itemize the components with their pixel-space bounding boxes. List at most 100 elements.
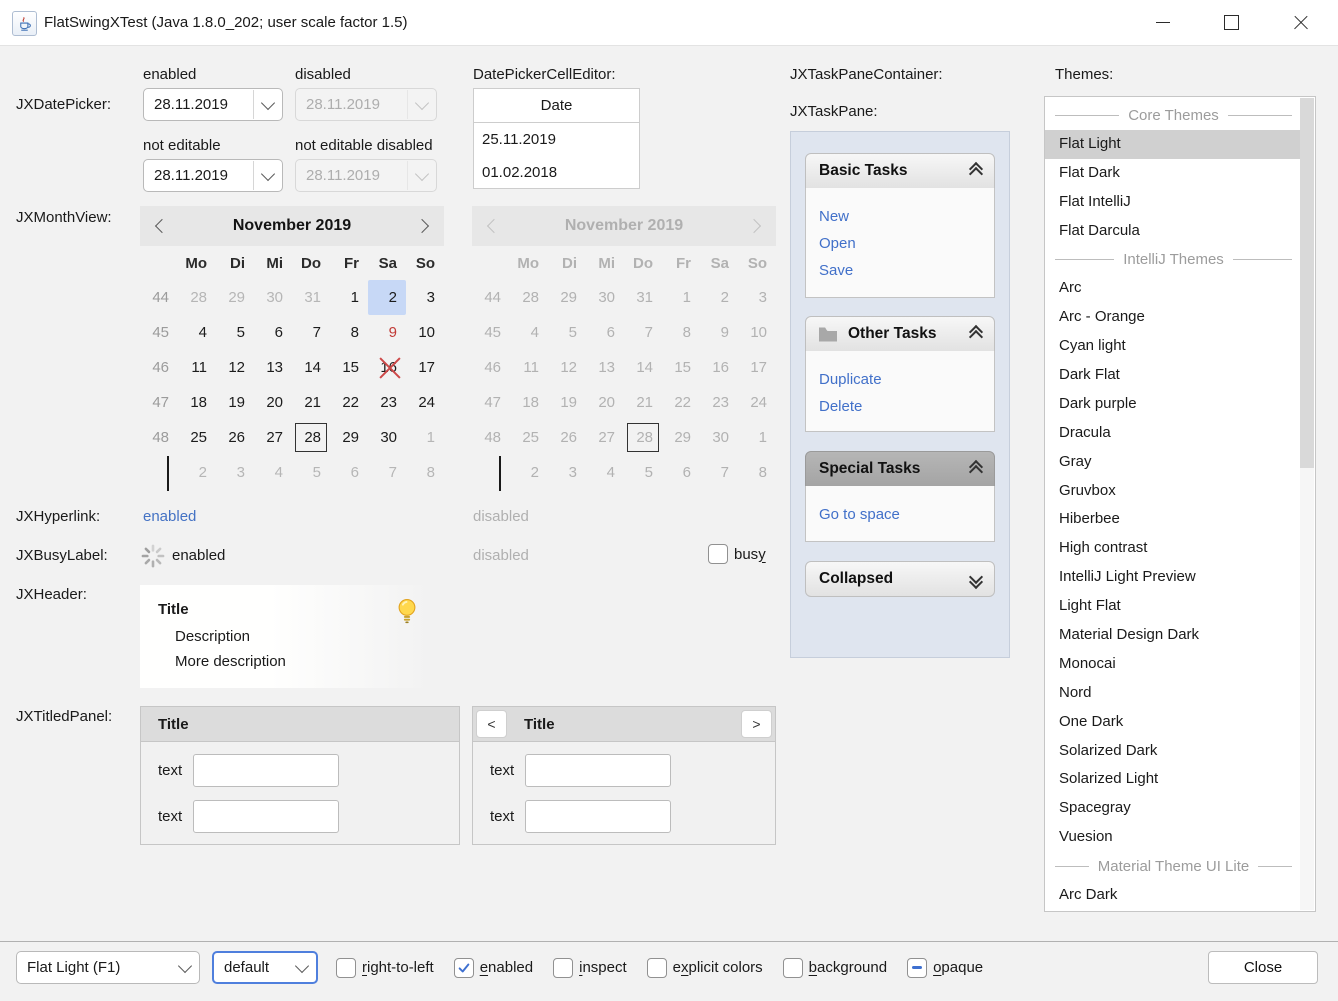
day-cell[interactable]: 30 bbox=[368, 420, 406, 455]
theme-item-intellij-light-preview[interactable]: IntelliJ Light Preview bbox=[1045, 563, 1302, 592]
checkbox-box[interactable] bbox=[336, 958, 356, 978]
day-cell[interactable]: 4 bbox=[254, 455, 292, 490]
next-month-button[interactable] bbox=[400, 221, 444, 231]
chevron-double-up-icon[interactable] bbox=[969, 462, 983, 477]
day-cell[interactable]: 11 bbox=[178, 350, 216, 385]
datepicker-value[interactable]: 28.11.2019 bbox=[144, 96, 253, 113]
taskpane-link-save[interactable]: Save bbox=[819, 257, 994, 284]
close-button[interactable]: Close bbox=[1208, 951, 1318, 984]
theme-item-gray[interactable]: Gray bbox=[1045, 448, 1302, 477]
minimize-button[interactable] bbox=[1140, 0, 1186, 45]
hyperlink-enabled[interactable]: enabled bbox=[143, 508, 196, 525]
day-cell[interactable]: 7 bbox=[292, 315, 330, 350]
taskpane-header-other-tasks[interactable]: Other Tasks bbox=[805, 316, 995, 352]
theme-item-vuesion[interactable]: Vuesion bbox=[1045, 823, 1302, 852]
day-cell[interactable]: 1 bbox=[330, 280, 368, 315]
day-cell[interactable]: 6 bbox=[330, 455, 368, 490]
right-to-left-checkbox[interactable]: right-to-left bbox=[336, 958, 434, 978]
chevron-double-down-icon[interactable] bbox=[969, 572, 983, 587]
checkbox-box[interactable] bbox=[553, 958, 573, 978]
checkbox-box[interactable] bbox=[454, 958, 474, 978]
text-field[interactable] bbox=[193, 754, 339, 787]
theme-item-arc-dark[interactable]: Arc Dark bbox=[1045, 881, 1302, 910]
day-cell[interactable]: 17 bbox=[406, 350, 444, 385]
chevron-double-up-icon[interactable] bbox=[969, 164, 983, 179]
theme-item-monocai[interactable]: Monocai bbox=[1045, 650, 1302, 679]
taskpane-link-go-to-space[interactable]: Go to space bbox=[819, 501, 994, 528]
theme-item-flat-light[interactable]: Flat Light bbox=[1045, 130, 1302, 159]
day-cell[interactable]: 7 bbox=[368, 455, 406, 490]
laf-combobox[interactable]: Flat Light (F1) bbox=[16, 951, 200, 984]
theme-item-dracula[interactable]: Dracula bbox=[1045, 419, 1302, 448]
day-cell[interactable]: 24 bbox=[406, 385, 444, 420]
day-cell[interactable]: 1 bbox=[406, 420, 444, 455]
day-cell[interactable]: 26 bbox=[216, 420, 254, 455]
themes-list[interactable]: Core ThemesFlat LightFlat DarkFlat Intel… bbox=[1044, 96, 1316, 912]
taskpane-header-special-tasks[interactable]: Special Tasks bbox=[805, 451, 995, 487]
day-cell[interactable]: 28 bbox=[178, 280, 216, 315]
table-row[interactable]: 01.02.2018 bbox=[474, 156, 639, 189]
maximize-button[interactable] bbox=[1208, 0, 1254, 45]
scrollbar[interactable] bbox=[1300, 98, 1314, 910]
day-cell[interactable]: 27 bbox=[254, 420, 292, 455]
mode-combobox[interactable]: default bbox=[212, 951, 318, 984]
checkbox-box[interactable] bbox=[647, 958, 667, 978]
theme-item-gruvbox[interactable]: Gruvbox bbox=[1045, 477, 1302, 506]
theme-item-spacegray[interactable]: Spacegray bbox=[1045, 794, 1302, 823]
day-cell[interactable]: 6 bbox=[254, 315, 292, 350]
theme-item-flat-intellij[interactable]: Flat IntelliJ bbox=[1045, 188, 1302, 217]
day-cell[interactable]: 8 bbox=[406, 455, 444, 490]
explicit-colors-checkbox[interactable]: explicit colors bbox=[647, 958, 763, 978]
chevron-down-icon[interactable] bbox=[254, 102, 282, 108]
day-cell[interactable]: 18 bbox=[178, 385, 216, 420]
day-cell[interactable]: 29 bbox=[216, 280, 254, 315]
theme-item-dark-purple[interactable]: Dark purple bbox=[1045, 390, 1302, 419]
day-cell[interactable]: 30 bbox=[254, 280, 292, 315]
theme-item-material-design-dark[interactable]: Material Design Dark bbox=[1045, 621, 1302, 650]
taskpane-link-open[interactable]: Open bbox=[819, 230, 994, 257]
theme-item-flat-dark[interactable]: Flat Dark bbox=[1045, 159, 1302, 188]
day-cell[interactable]: 5 bbox=[216, 315, 254, 350]
day-cell[interactable]: 20 bbox=[254, 385, 292, 420]
close-window-button[interactable] bbox=[1278, 0, 1324, 45]
text-field[interactable] bbox=[193, 800, 339, 833]
scrollbar-thumb[interactable] bbox=[1300, 98, 1314, 468]
day-cell[interactable]: 12 bbox=[216, 350, 254, 385]
selected-day[interactable]: 2 bbox=[368, 280, 406, 315]
unselectable-day[interactable]: 16 bbox=[368, 350, 406, 385]
monthview-enabled[interactable]: MoDiMiDoFrSaSo44282930311234545678910461… bbox=[140, 246, 444, 490]
prev-button[interactable]: < bbox=[476, 710, 507, 738]
theme-item-arc---orange[interactable]: Arc - Orange bbox=[1045, 303, 1302, 332]
day-cell[interactable]: 4 bbox=[178, 315, 216, 350]
opaque-checkbox[interactable]: opaque bbox=[907, 958, 983, 978]
theme-item-dark-flat[interactable]: Dark Flat bbox=[1045, 361, 1302, 390]
taskpane-link-new[interactable]: New bbox=[819, 203, 994, 230]
day-cell[interactable]: 5 bbox=[292, 455, 330, 490]
taskpane-link-duplicate[interactable]: Duplicate bbox=[819, 366, 994, 393]
theme-item-arc[interactable]: Arc bbox=[1045, 274, 1302, 303]
taskpane-header-basic-tasks[interactable]: Basic Tasks bbox=[805, 153, 995, 189]
busy-checkbox[interactable]: busy bbox=[708, 544, 766, 564]
flagged-day[interactable]: 9 bbox=[368, 315, 406, 350]
day-cell[interactable]: 14 bbox=[292, 350, 330, 385]
theme-item-nord[interactable]: Nord bbox=[1045, 679, 1302, 708]
chevron-down-icon[interactable] bbox=[254, 173, 282, 179]
theme-item-solarized-dark[interactable]: Solarized Dark bbox=[1045, 737, 1302, 766]
checkbox-box[interactable] bbox=[907, 958, 927, 978]
day-cell[interactable]: 29 bbox=[330, 420, 368, 455]
day-cell[interactable]: 23 bbox=[368, 385, 406, 420]
day-cell[interactable]: 25 bbox=[178, 420, 216, 455]
datepicker-not-editable[interactable]: 28.11.2019 bbox=[143, 159, 283, 192]
day-cell[interactable]: 3 bbox=[216, 455, 254, 490]
day-cell[interactable]: 13 bbox=[254, 350, 292, 385]
day-cell[interactable]: 22 bbox=[330, 385, 368, 420]
busy-checkbox-box[interactable] bbox=[708, 544, 728, 564]
inspect-checkbox[interactable]: inspect bbox=[553, 958, 627, 978]
table-row[interactable]: 25.11.2019 bbox=[474, 123, 639, 156]
theme-item-high-contrast[interactable]: High contrast bbox=[1045, 534, 1302, 563]
previous-month-button[interactable] bbox=[140, 221, 184, 231]
theme-item-arc-dark-contrast[interactable]: Arc Dark Contrast bbox=[1045, 910, 1302, 912]
theme-item-flat-darcula[interactable]: Flat Darcula bbox=[1045, 217, 1302, 246]
background-checkbox[interactable]: background bbox=[783, 958, 887, 978]
taskpane-header-collapsed[interactable]: Collapsed bbox=[805, 561, 995, 597]
